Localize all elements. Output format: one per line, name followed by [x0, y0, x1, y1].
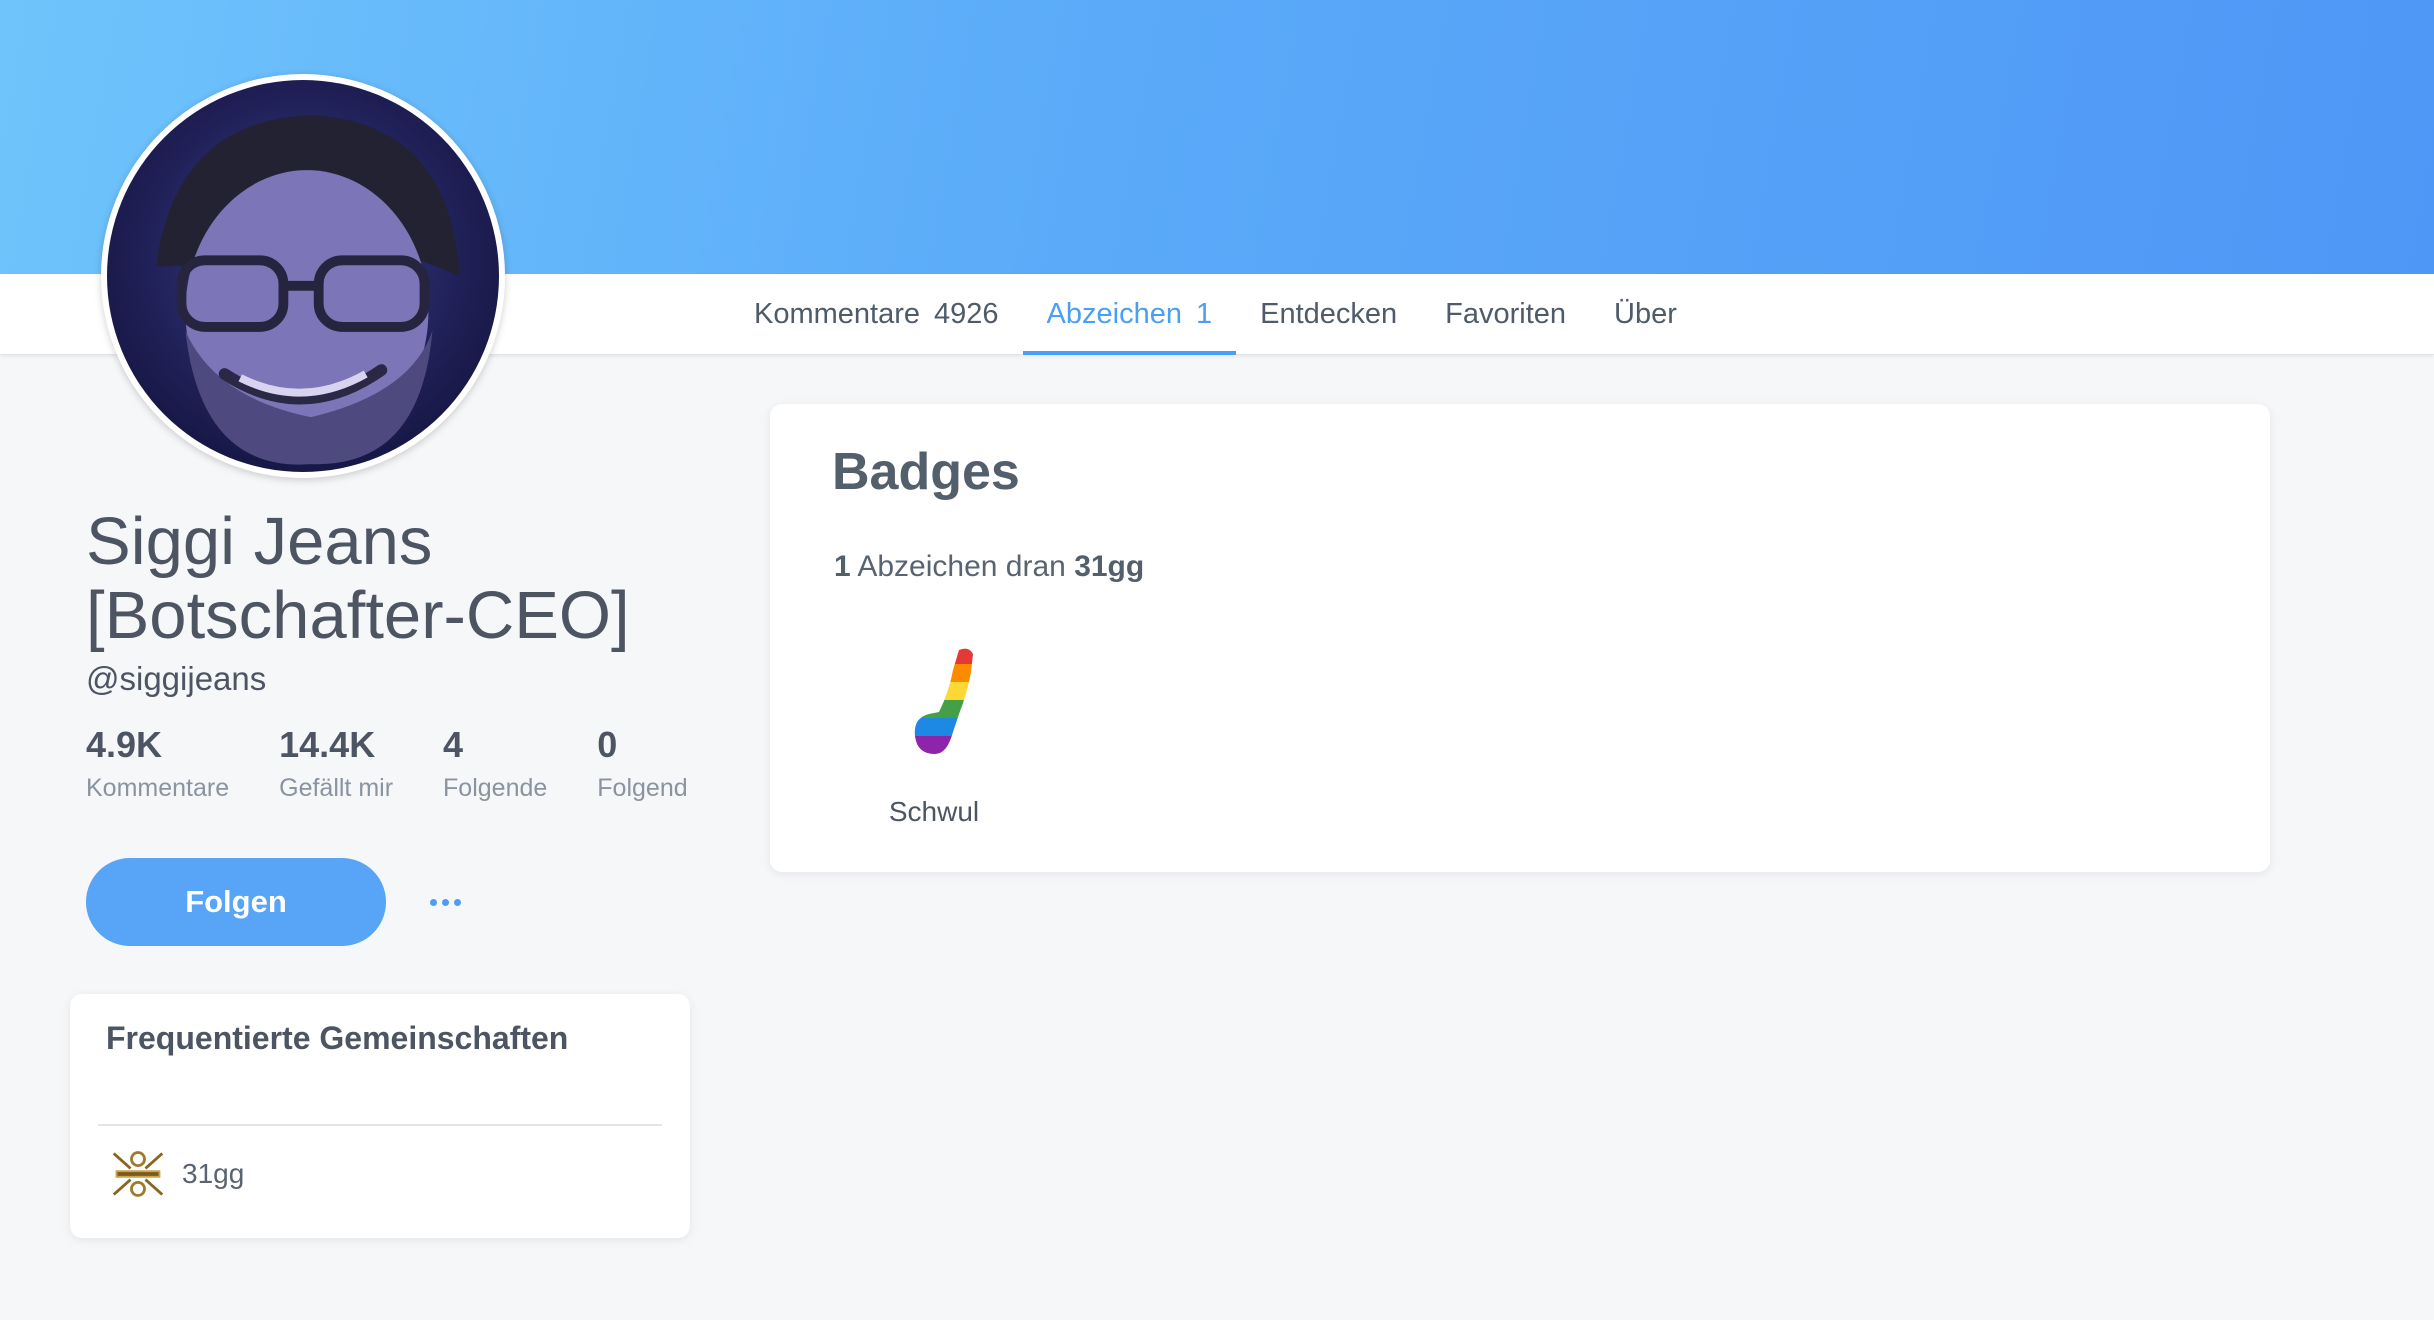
community-logo-icon [112, 1151, 164, 1197]
avatar[interactable] [101, 74, 505, 478]
tab-discover-label: Entdecken [1260, 297, 1398, 330]
avatar-photo [107, 80, 499, 472]
community-item[interactable]: 31gg [110, 1146, 244, 1202]
profile-tabs: Kommentare 4926 Abzeichen 1 Entdecken Fa… [730, 274, 1701, 355]
profile-handle: @siggijeans [86, 660, 267, 697]
stat-followers-value: 4 [443, 724, 464, 765]
communities-divider [98, 1124, 662, 1126]
tab-comments-count: 4926 [934, 297, 999, 330]
badges-card: Badges 1 Abzeichen dran 31gg Schwul [770, 404, 2270, 872]
tab-badges-count: 1 [1195, 297, 1213, 330]
badges-summary-text: Abzeichen dran [850, 550, 1075, 583]
community-name: 31gg [182, 1158, 245, 1189]
tab-about[interactable]: Über [1590, 274, 1701, 354]
stat-following-value: 0 [597, 724, 618, 765]
stat-followers[interactable]: 4 Folgende [443, 722, 547, 803]
stat-likes[interactable]: 14.4K Gefällt mir [279, 722, 393, 803]
badge-item[interactable]: Schwul [872, 644, 996, 828]
tab-comments-label: Kommentare [754, 297, 921, 330]
stat-comments-label: Kommentare [86, 774, 230, 802]
tab-about-label: Über [1614, 297, 1677, 330]
tab-badges[interactable]: Abzeichen 1 [1022, 274, 1237, 355]
more-dot [453, 898, 461, 906]
badges-count: 1 [834, 550, 851, 583]
tab-badges-label: Abzeichen [1046, 297, 1182, 330]
frequented-communities-card: Frequentierte Gemeinschaften 31gg [70, 994, 690, 1238]
badge-name: Schwul [888, 796, 980, 827]
stat-following[interactable]: 0 Folgend [597, 722, 687, 803]
profile-name: Siggi Jeans [Botschafter-CEO] [86, 504, 630, 653]
badges-title: Badges [832, 443, 1020, 501]
more-options-icon[interactable] [415, 872, 475, 932]
stat-comments[interactable]: 4.9K Kommentare [86, 722, 229, 803]
rainbow-badge-icon [914, 648, 973, 755]
stat-likes-value: 14.4K [279, 724, 376, 765]
profile-stats: 4.9K Kommentare 14.4K Gefällt mir 4 Folg… [86, 722, 738, 803]
badges-summary: 1 Abzeichen dran 31gg [834, 550, 1144, 584]
more-dot [429, 898, 437, 906]
stat-likes-label: Gefällt mir [279, 774, 394, 802]
stat-comments-value: 4.9K [86, 724, 163, 765]
tab-discover[interactable]: Entdecken [1236, 274, 1421, 354]
follow-button[interactable]: Folgen [86, 858, 386, 946]
more-dot [441, 898, 449, 906]
stat-followers-label: Folgende [443, 774, 548, 802]
badges-community: 31gg [1074, 550, 1145, 583]
stat-following-label: Folgend [597, 774, 688, 802]
tab-favorites[interactable]: Favoriten [1421, 274, 1590, 354]
communities-title: Frequentierte Gemeinschaften [106, 1020, 569, 1056]
tab-favorites-label: Favoriten [1445, 297, 1567, 330]
tab-comments[interactable]: Kommentare 4926 [730, 274, 1023, 354]
